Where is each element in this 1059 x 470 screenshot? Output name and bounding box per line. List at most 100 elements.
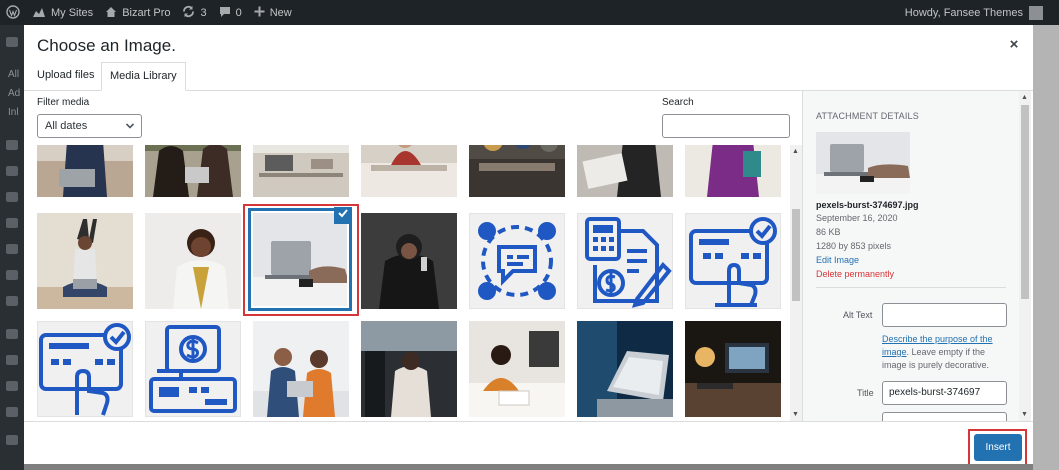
admin-bar-comments-count: 0 xyxy=(235,6,242,19)
comments-icon xyxy=(219,6,231,20)
attachment-dimensions: 1280 by 853 pixels xyxy=(816,241,892,251)
media-modal: Choose an Image. × Upload files Media Li… xyxy=(24,25,1033,470)
admin-bar-site[interactable]: Bizart Pro xyxy=(99,0,176,25)
page-background-bottom xyxy=(24,464,1033,470)
admin-bar-my-sites[interactable]: My Sites xyxy=(26,0,99,25)
attachment-filename: pexels-burst-374697.jpg xyxy=(816,200,919,210)
posts-icon xyxy=(6,140,18,150)
settings-icon xyxy=(6,435,18,445)
edit-image-link[interactable]: Edit Image xyxy=(816,255,859,265)
avatar xyxy=(1029,5,1043,20)
close-button[interactable]: × xyxy=(1004,35,1024,55)
media-toolbar xyxy=(24,421,1033,470)
attachment-thumbnail[interactable] xyxy=(469,321,565,417)
chevron-down-icon xyxy=(125,115,135,145)
scroll-down-icon[interactable]: ▼ xyxy=(1021,411,1028,418)
check-icon[interactable] xyxy=(334,207,352,224)
attachment-thumbnail[interactable] xyxy=(577,145,673,197)
attachment-date: September 16, 2020 xyxy=(816,213,898,223)
media-router: Upload files Media Library xyxy=(24,62,1033,91)
date-filter-select[interactable]: All dates xyxy=(37,114,142,138)
title-field[interactable]: pexels-burst-374697 xyxy=(882,381,1007,405)
admin-bar-my-sites-label: My Sites xyxy=(51,6,94,19)
divider xyxy=(816,287,1006,288)
tab-media-library[interactable]: Media Library xyxy=(101,62,186,91)
attachment-preview xyxy=(816,132,910,194)
users-icon xyxy=(6,381,18,391)
alt-text-field[interactable] xyxy=(882,303,1007,327)
admin-menu-label: All xyxy=(8,69,20,80)
search-label: Search xyxy=(662,97,694,108)
mail-icon xyxy=(6,296,18,306)
attachment-thumbnail[interactable] xyxy=(469,145,565,197)
brush-icon xyxy=(6,355,18,365)
alt-text-help: Describe the purpose of the image. Leave… xyxy=(882,333,1007,372)
my-sites-icon xyxy=(32,6,46,20)
admin-bar-comments[interactable]: 0 xyxy=(213,0,248,25)
attachment-thumbnail[interactable] xyxy=(361,321,457,417)
attachment-thumbnail[interactable] xyxy=(37,213,133,309)
scrollbar-thumb[interactable] xyxy=(1021,105,1029,299)
tab-upload-files[interactable]: Upload files xyxy=(37,62,94,91)
updates-icon xyxy=(182,5,195,20)
modal-title: Choose an Image. xyxy=(37,36,176,55)
wordpress-icon xyxy=(6,4,20,21)
search-input[interactable] xyxy=(662,114,790,138)
attachments-grid xyxy=(24,145,790,421)
home-icon xyxy=(105,6,117,20)
scroll-down-icon[interactable]: ▼ xyxy=(792,411,799,418)
scrollbar-thumb[interactable] xyxy=(792,209,800,301)
admin-bar-greeting: Howdy, Fansee Themes xyxy=(904,6,1023,19)
scroll-up-icon[interactable]: ▲ xyxy=(792,148,799,155)
plugins-icon xyxy=(6,270,18,280)
appearance-icon xyxy=(6,244,18,254)
dashboard-icon xyxy=(6,37,18,47)
admin-menu-label: Ad xyxy=(8,88,21,99)
attachment-details-sidebar: Attachment Details pexels-burst-374697.j… xyxy=(802,91,1019,436)
admin-menu-label: Inl xyxy=(8,107,19,118)
title-label: Title xyxy=(857,388,874,398)
admin-bar-wordpress[interactable] xyxy=(0,0,26,25)
filter-media-label: Filter media xyxy=(37,97,90,108)
close-icon: × xyxy=(1009,36,1019,53)
admin-bar-account[interactable]: Howdy, Fansee Themes xyxy=(904,5,1059,20)
insert-button[interactable]: Insert xyxy=(974,434,1022,461)
admin-bar-updates-count: 3 xyxy=(200,6,207,19)
plus-icon xyxy=(254,6,265,19)
media-icon xyxy=(6,166,18,176)
scroll-up-icon[interactable]: ▲ xyxy=(1021,94,1028,101)
attachment-thumbnail[interactable] xyxy=(361,213,457,309)
pages-icon xyxy=(6,192,18,202)
attachment-thumbnail[interactable] xyxy=(145,145,241,197)
payment-terminal-hand-icon[interactable] xyxy=(37,321,133,417)
admin-bar: My Sites Bizart Pro 3 0 New Howdy, Fanse… xyxy=(0,0,1059,25)
admin-menu: All Ad Inl xyxy=(0,25,24,470)
attachment-thumbnail[interactable] xyxy=(577,321,673,417)
admin-bar-new[interactable]: New xyxy=(248,0,298,25)
tools-icon xyxy=(6,329,18,339)
team-communication-icon[interactable] xyxy=(469,213,565,309)
attachment-thumbnail[interactable] xyxy=(361,145,457,197)
attachment-filesize: 86 KB xyxy=(816,227,841,237)
payment-terminal-check-icon[interactable] xyxy=(685,213,781,309)
wrench-icon xyxy=(6,407,18,417)
invoice-calculator-icon[interactable] xyxy=(577,213,673,309)
page-background xyxy=(1033,25,1059,470)
attachment-thumbnail[interactable] xyxy=(253,321,349,417)
attachment-thumbnail[interactable] xyxy=(145,213,241,309)
cash-register-dollar-icon[interactable] xyxy=(145,321,241,417)
attachment-thumbnail[interactable] xyxy=(685,145,781,197)
date-filter-value: All dates xyxy=(45,120,88,132)
admin-bar-new-label: New xyxy=(269,6,292,19)
admin-bar-updates[interactable]: 3 xyxy=(176,0,212,25)
delete-permanently-link[interactable]: Delete permanently xyxy=(816,269,894,279)
attachment-details-heading: Attachment Details xyxy=(816,111,919,121)
attachment-thumbnail[interactable] xyxy=(685,321,781,417)
attachment-thumbnail[interactable] xyxy=(37,145,133,197)
attachment-thumbnail[interactable] xyxy=(253,145,349,197)
sidebar-scrollbar[interactable]: ▲ ▼ xyxy=(1019,91,1031,421)
alt-text-label: Alt Text xyxy=(843,310,873,320)
admin-bar-site-label: Bizart Pro xyxy=(122,6,171,19)
comments-menu-icon xyxy=(6,218,18,228)
grid-scrollbar[interactable]: ▲ ▼ xyxy=(790,145,802,421)
